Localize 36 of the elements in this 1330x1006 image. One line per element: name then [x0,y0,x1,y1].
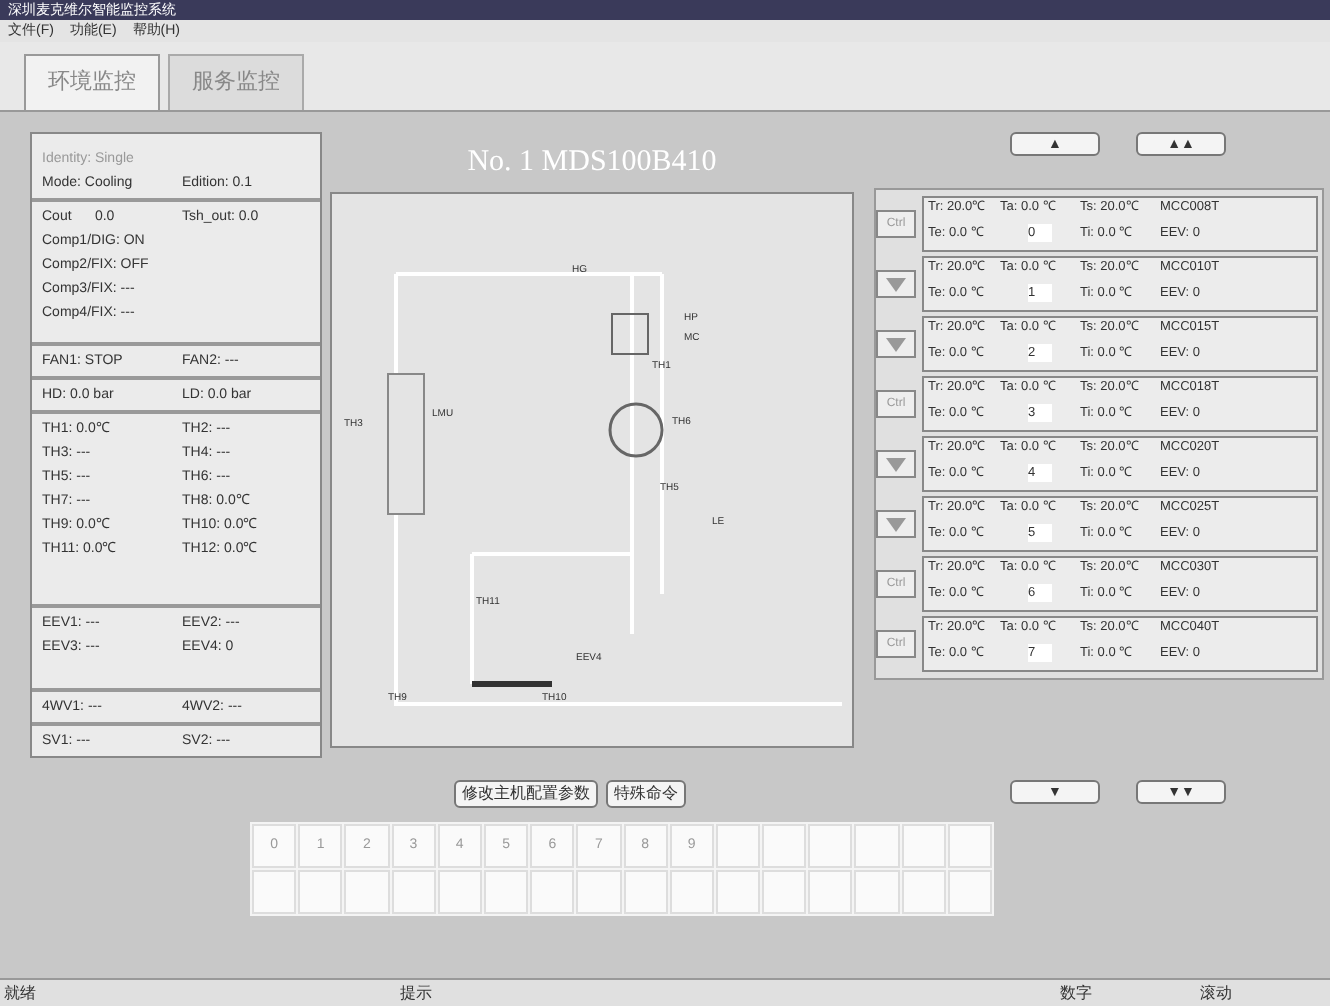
keypad-key[interactable] [901,824,946,868]
status-bar-text: 就绪 [4,983,36,1001]
status-bar-text: 提示 [400,983,432,1001]
command-button[interactable]: 特殊命令 [606,780,686,808]
triangle-icon [886,457,906,471]
keypad-key[interactable] [623,870,668,914]
keypad-key[interactable] [901,870,946,914]
keypad-key[interactable] [762,870,807,914]
keypad-key[interactable] [298,870,343,914]
status-bar-text: 数字 [1060,983,1092,1001]
keypad-key[interactable] [576,870,621,914]
keypad-key[interactable] [391,870,436,914]
keypad-key[interactable] [947,824,992,868]
command-button[interactable]: 修改主机配置参数 [454,780,598,808]
keypad-key[interactable] [854,870,900,914]
status-bar-text: 滚动 [1200,983,1232,1001]
control-button[interactable] [876,330,916,358]
triangle-icon [886,337,906,351]
keypad-key[interactable] [530,870,575,914]
keypad-key[interactable] [669,870,714,914]
control-button[interactable] [876,270,916,298]
keypad-key[interactable] [252,870,297,914]
control-button[interactable] [876,510,916,538]
keypad-key[interactable] [344,870,390,914]
control-button[interactable] [876,450,916,478]
keypad-key[interactable] [854,824,900,868]
triangle-icon [886,517,906,531]
triangle-icon [886,277,906,291]
keypad-key[interactable] [437,870,482,914]
keypad-key[interactable] [483,870,529,914]
keypad-key[interactable] [808,824,853,868]
keypad-key[interactable] [715,870,761,914]
keypad-key[interactable] [762,824,807,868]
keypad-key[interactable] [808,870,853,914]
keypad-key[interactable] [715,824,761,868]
keypad-key[interactable] [947,870,992,914]
